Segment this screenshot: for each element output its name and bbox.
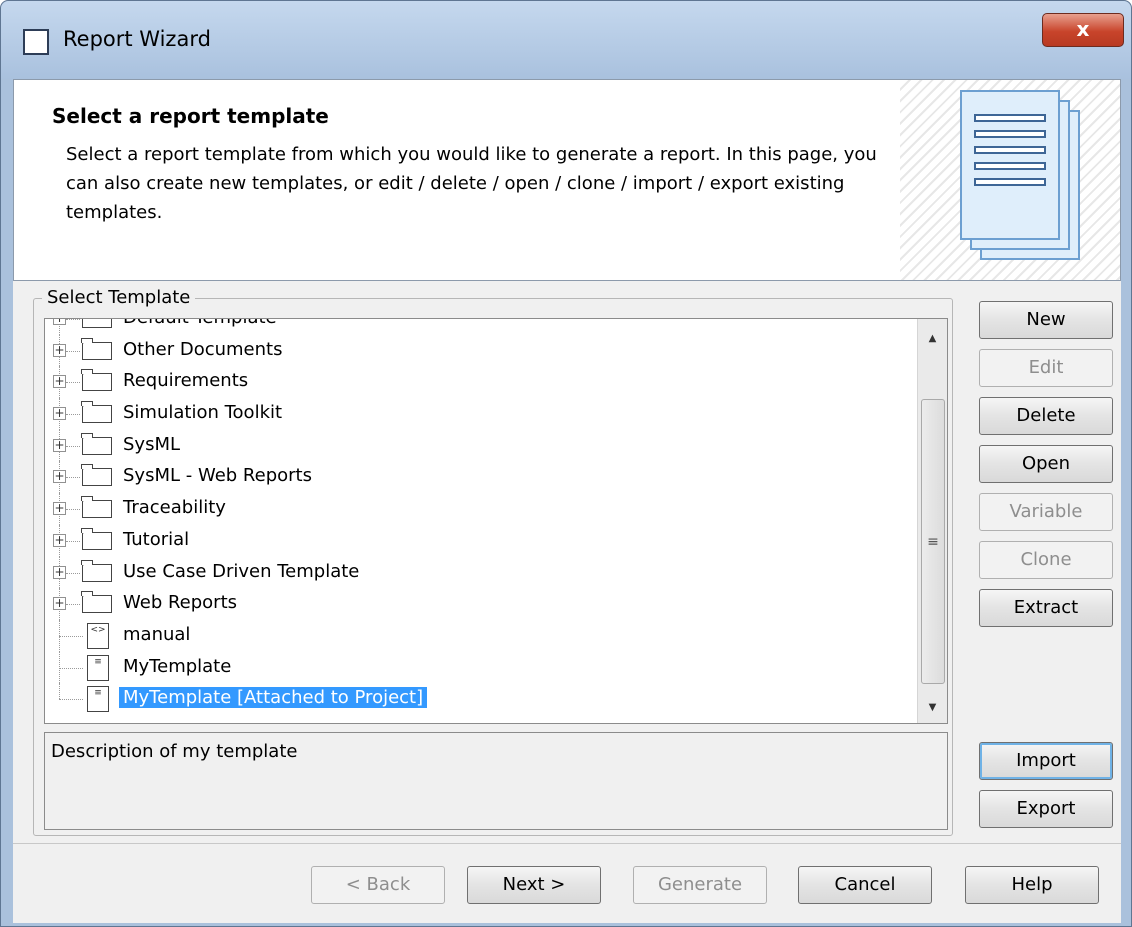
tree-item-label: Tutorial	[123, 528, 190, 550]
window-title: Report Wizard	[63, 27, 211, 51]
delete-button[interactable]: Delete	[979, 397, 1113, 435]
title-bar: Report Wizard x	[1, 1, 1131, 79]
tree-item-label: Requirements	[123, 370, 249, 392]
tree-item-label: MyTemplate	[123, 655, 232, 677]
folder-icon	[81, 591, 112, 614]
edit-button[interactable]: Edit	[979, 349, 1113, 387]
scroll-down-icon[interactable]: ▼	[918, 693, 947, 723]
expand-icon[interactable]: +	[53, 597, 66, 611]
close-button[interactable]: x	[1042, 13, 1124, 47]
import-button[interactable]: Import	[979, 742, 1113, 780]
extract-button[interactable]: Extract	[979, 589, 1113, 627]
expand-icon[interactable]: +	[53, 375, 66, 389]
report-wizard-window: Report Wizard x Select a report template…	[0, 0, 1132, 927]
tree-item-label: SysML - Web Reports	[123, 465, 312, 487]
xml-file-icon: <>	[87, 622, 109, 649]
tree-item-label: Other Documents	[123, 338, 283, 360]
expand-icon[interactable]: +	[53, 407, 66, 421]
back-button[interactable]: < Back	[311, 866, 445, 904]
tree-item-mytemplate-attached[interactable]: ≡ MyTemplate [Attached to Project]	[45, 683, 905, 715]
group-label: Select Template	[42, 287, 196, 308]
page-title: Select a report template	[52, 104, 329, 128]
template-tree[interactable]: + Default Template + Other Documents + R…	[44, 318, 948, 724]
generate-button[interactable]: Generate	[633, 866, 767, 904]
folder-icon	[81, 432, 112, 455]
tree-item-traceability[interactable]: + Traceability	[45, 493, 905, 525]
cancel-button[interactable]: Cancel	[798, 866, 932, 904]
report-template-icon	[900, 80, 1120, 280]
tree-item-sysml-web-reports[interactable]: + SysML - Web Reports	[45, 461, 905, 494]
new-button[interactable]: New	[979, 301, 1113, 339]
expand-icon[interactable]: +	[53, 343, 66, 357]
wizard-content: Select Template + Default Template + Oth…	[13, 281, 1121, 843]
tree-item-manual[interactable]: <> manual	[45, 619, 905, 652]
tree-item-mytemplate[interactable]: ≡ MyTemplate	[45, 651, 905, 684]
tree-item-default-template[interactable]: + Default Template	[45, 319, 905, 335]
clone-button[interactable]: Clone	[979, 541, 1113, 579]
wizard-header: Select a report template Select a report…	[13, 79, 1121, 281]
tree-item-label: SysML	[123, 433, 181, 455]
page-description: Select a report template from which you …	[66, 144, 877, 223]
document-icon: ≡	[87, 654, 109, 681]
tree-item-web-reports[interactable]: + Web Reports	[45, 588, 905, 620]
wizard-footer: < Back Next > Generate Cancel Help	[13, 843, 1121, 923]
tree-item-simulation-toolkit[interactable]: + Simulation Toolkit	[45, 398, 905, 430]
open-button[interactable]: Open	[979, 445, 1113, 483]
tree-item-other-documents[interactable]: + Other Documents	[45, 334, 905, 367]
tree-rows: + Default Template + Other Documents + R…	[45, 319, 905, 715]
expand-icon[interactable]: +	[53, 470, 66, 484]
export-button[interactable]: Export	[979, 790, 1113, 828]
tree-item-label: manual	[123, 623, 191, 645]
folder-icon	[82, 319, 112, 328]
app-icon	[23, 29, 49, 55]
select-template-group: Select Template + Default Template + Oth…	[33, 287, 953, 836]
scroll-up-icon[interactable]: ▲	[918, 324, 947, 354]
help-button[interactable]: Help	[965, 866, 1099, 904]
expand-icon[interactable]: +	[53, 438, 66, 452]
folder-icon	[81, 464, 112, 487]
folder-icon	[81, 527, 112, 550]
scroll-thumb[interactable]: ≡	[921, 399, 945, 684]
tree-item-tutorial[interactable]: + Tutorial	[45, 524, 905, 557]
document-icon: ≡	[87, 686, 109, 713]
expand-icon[interactable]: +	[53, 565, 66, 579]
folder-icon	[81, 369, 112, 392]
tree-item-label: MyTemplate [Attached to Project]	[119, 687, 428, 709]
expand-icon[interactable]: +	[53, 533, 66, 547]
tree-item-label: Use Case Driven Template	[123, 560, 360, 582]
variable-button[interactable]: Variable	[979, 493, 1113, 531]
template-description: Description of my template	[44, 732, 948, 830]
tree-item-sysml[interactable]: + SysML	[45, 429, 905, 462]
tree-item-label: Default Template	[123, 319, 277, 328]
tree-scrollbar[interactable]: ▲ ≡ ▼	[917, 319, 947, 723]
expand-icon[interactable]: +	[53, 319, 66, 325]
folder-icon	[81, 496, 112, 519]
tree-item-label: Simulation Toolkit	[123, 402, 283, 424]
expand-icon[interactable]: +	[53, 502, 66, 516]
tree-item-label: Web Reports	[123, 592, 238, 614]
folder-icon	[81, 401, 112, 424]
next-button[interactable]: Next >	[467, 866, 601, 904]
folder-icon	[81, 337, 112, 360]
tree-item-label: Traceability	[123, 497, 226, 519]
tree-item-use-case-driven-template[interactable]: + Use Case Driven Template	[45, 556, 905, 589]
tree-item-requirements[interactable]: + Requirements	[45, 366, 905, 399]
folder-icon	[81, 559, 112, 582]
